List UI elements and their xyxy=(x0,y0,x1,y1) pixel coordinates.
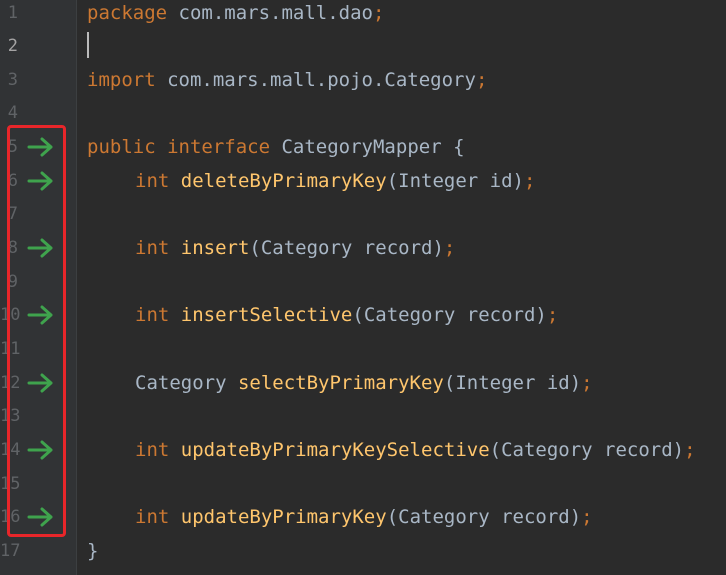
method-args: (Category record) xyxy=(489,439,685,461)
method-name: deleteByPrimaryKey xyxy=(180,170,387,192)
interface-name: CategoryMapper { xyxy=(270,136,465,158)
semicolon: ; xyxy=(475,69,488,91)
method-name: updateByPrimaryKey xyxy=(180,506,387,528)
code-line-method[interactable]: int updateByPrimaryKeySelective(Category… xyxy=(87,433,696,467)
semicolon: ; xyxy=(546,304,559,326)
semicolon: ; xyxy=(581,372,593,394)
code-line-import[interactable]: import com.mars.mall.pojo.Category; xyxy=(87,63,487,97)
method-args: (Integer id) xyxy=(443,372,582,394)
code-line-package[interactable]: package com.mars.mall.dao; xyxy=(87,0,384,30)
method-name: insertSelective xyxy=(180,304,353,326)
keyword: package xyxy=(87,2,168,24)
code-line-method[interactable]: int deleteByPrimaryKey(Integer id); xyxy=(87,164,535,198)
method-args: (Category record) xyxy=(352,304,547,326)
code-editor[interactable]: 1 2 3 4 5 6 7 8 9 10 11 12 13 14 15 16 1… xyxy=(0,0,726,575)
code-line-closing-brace[interactable]: } xyxy=(87,534,98,568)
package-name: com.mars.mall.dao xyxy=(167,2,373,24)
return-type: int xyxy=(135,506,170,528)
semicolon: ; xyxy=(581,506,593,528)
code-line-method[interactable]: int insert(Category record); xyxy=(87,231,455,265)
text-cursor xyxy=(87,32,89,58)
keyword: public xyxy=(87,136,156,158)
method-name: updateByPrimaryKeySelective xyxy=(180,439,490,461)
return-type: Category xyxy=(135,372,227,394)
return-type: int xyxy=(135,439,170,461)
method-args: (Category record) xyxy=(249,237,444,259)
keyword: interface xyxy=(167,136,271,158)
keyword: import xyxy=(87,69,156,91)
line-number: 3 xyxy=(7,70,18,90)
line-number: 1 xyxy=(7,3,18,23)
line-number: 17 xyxy=(0,541,21,561)
gutter-separator xyxy=(76,0,77,575)
semicolon: ; xyxy=(443,237,456,259)
code-line-interface-decl[interactable]: public interface CategoryMapper { xyxy=(87,130,465,164)
return-type: int xyxy=(135,170,170,192)
method-args: (Category record) xyxy=(386,506,582,528)
semicolon: ; xyxy=(684,439,696,461)
closing-brace: } xyxy=(87,540,99,562)
import-path: com.mars.mall.pojo.Category xyxy=(155,69,476,91)
code-line-method[interactable]: int insertSelective(Category record); xyxy=(87,298,558,332)
semicolon: ; xyxy=(372,2,385,24)
method-name: insert xyxy=(180,237,250,259)
return-type: int xyxy=(135,304,170,326)
line-number-current: 2 xyxy=(7,36,18,56)
semicolon: ; xyxy=(523,170,536,192)
method-args: (Integer id) xyxy=(386,170,524,192)
code-line-method[interactable]: Category selectByPrimaryKey(Integer id); xyxy=(87,366,593,400)
code-line-method[interactable]: int updateByPrimaryKey(Category record); xyxy=(87,500,593,534)
annotation-highlight-box xyxy=(7,125,66,537)
return-type: int xyxy=(135,237,170,259)
method-name: selectByPrimaryKey xyxy=(237,372,444,394)
